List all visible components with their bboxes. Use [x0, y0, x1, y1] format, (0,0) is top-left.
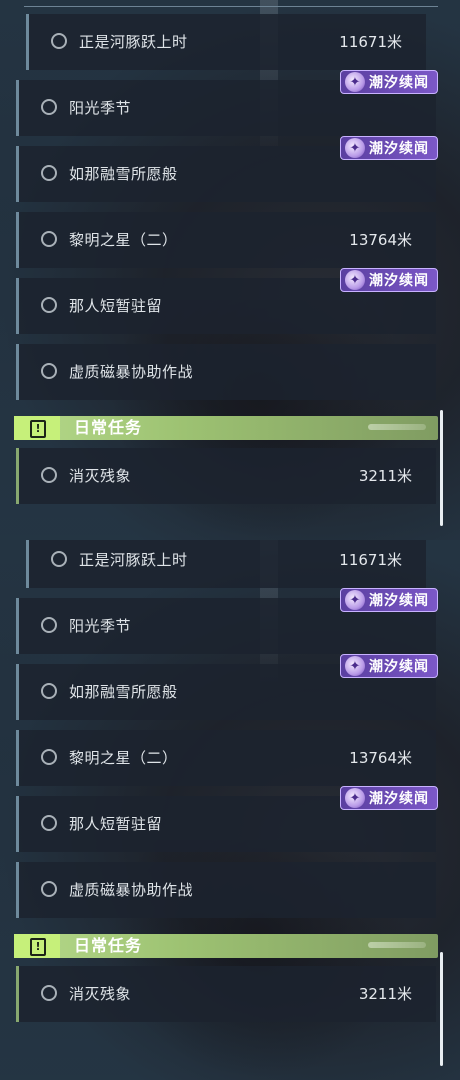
tidal-tale-icon: ✦ — [345, 788, 365, 808]
radio-ring-icon[interactable] — [41, 467, 57, 483]
radio-ring-icon[interactable] — [41, 815, 57, 831]
quest-label: 正是河豚跃上时 — [79, 551, 188, 569]
decorative-strip — [368, 424, 426, 430]
quest-label: 黎明之星（二） — [69, 749, 178, 767]
radio-ring-icon[interactable] — [41, 749, 57, 765]
daily-quest-header[interactable]: ! 日常任务 — [14, 934, 438, 958]
section-title: 日常任务 — [74, 418, 143, 437]
quest-label: 阳光季节 — [69, 99, 132, 117]
radio-ring-icon[interactable] — [51, 33, 67, 49]
quest-row[interactable]: 虚质磁暴协助作战 — [16, 344, 436, 400]
quest-row[interactable]: 正是河豚跃上时 11671米 — [26, 14, 426, 70]
radio-ring-icon[interactable] — [41, 985, 57, 1001]
quest-row[interactable]: 黎明之星（二） 13764米 — [16, 730, 436, 786]
quest-label: 消灭残象 — [69, 467, 132, 485]
quest-label: 消灭残象 — [69, 985, 132, 1003]
radio-ring-icon[interactable] — [51, 551, 67, 567]
decorative-strip — [368, 942, 426, 948]
radio-ring-icon[interactable] — [41, 165, 57, 181]
scrollbar[interactable] — [440, 952, 443, 1066]
quest-row[interactable]: 消灭残象 3211米 — [16, 966, 436, 1022]
quest-distance: 11671米 — [339, 551, 402, 569]
quest-row[interactable]: 消灭残象 3211米 — [16, 448, 436, 504]
tag-label: 潮汐续闻 — [369, 659, 429, 675]
tag-label: 潮汐续闻 — [369, 273, 429, 289]
tag-label: 潮汐续闻 — [369, 75, 429, 91]
quest-distance: 3211米 — [358, 467, 412, 485]
scrollbar[interactable] — [440, 410, 443, 526]
quest-distance: 13764米 — [349, 749, 412, 767]
radio-ring-icon[interactable] — [41, 99, 57, 115]
quest-row[interactable]: 正是河豚跃上时 11671米 — [26, 540, 426, 588]
exclamation-icon: ! — [14, 416, 60, 440]
tidal-tale-tag: ✦ 潮汐续闻 — [340, 268, 438, 292]
quest-panel-top: 正是河豚跃上时 11671米 ✦ 潮汐续闻 阳光季节 ✦ 潮汐续闻 如那融雪所愿… — [0, 0, 460, 540]
radio-ring-icon[interactable] — [41, 617, 57, 633]
tidal-tale-icon: ✦ — [345, 656, 365, 676]
quest-row[interactable]: 虚质磁暴协助作战 — [16, 862, 436, 918]
quest-label: 正是河豚跃上时 — [79, 33, 188, 51]
quest-row[interactable]: 黎明之星（二） 13764米 — [16, 212, 436, 268]
quest-distance: 3211米 — [358, 985, 412, 1003]
quest-label: 虚质磁暴协助作战 — [69, 881, 194, 899]
section-title: 日常任务 — [74, 936, 143, 955]
quest-label: 那人短暂驻留 — [69, 815, 163, 833]
tidal-tale-tag: ✦ 潮汐续闻 — [340, 70, 438, 94]
daily-quest-header[interactable]: ! 日常任务 — [14, 416, 438, 440]
radio-ring-icon[interactable] — [41, 363, 57, 379]
tidal-tale-icon: ✦ — [345, 590, 365, 610]
tidal-tale-icon: ✦ — [345, 72, 365, 92]
exclamation-icon: ! — [14, 934, 60, 958]
tidal-tale-tag: ✦ 潮汐续闻 — [340, 136, 438, 160]
quest-distance: 13764米 — [349, 231, 412, 249]
quest-label: 虚质磁暴协助作战 — [69, 363, 194, 381]
tag-label: 潮汐续闻 — [369, 791, 429, 807]
tidal-tale-tag: ✦ 潮汐续闻 — [340, 588, 438, 612]
tag-label: 潮汐续闻 — [369, 593, 429, 609]
radio-ring-icon[interactable] — [41, 231, 57, 247]
tidal-tale-tag: ✦ 潮汐续闻 — [340, 786, 438, 810]
tidal-tale-tag: ✦ 潮汐续闻 — [340, 654, 438, 678]
tag-label: 潮汐续闻 — [369, 141, 429, 157]
quest-label: 那人短暂驻留 — [69, 297, 163, 315]
radio-ring-icon[interactable] — [41, 683, 57, 699]
tidal-tale-icon: ✦ — [345, 138, 365, 158]
quest-label: 如那融雪所愿般 — [69, 683, 178, 701]
quest-label: 黎明之星（二） — [69, 231, 178, 249]
quest-distance: 11671米 — [339, 33, 402, 51]
radio-ring-icon[interactable] — [41, 881, 57, 897]
quest-label: 如那融雪所愿般 — [69, 165, 178, 183]
radio-ring-icon[interactable] — [41, 297, 57, 313]
quest-panel-bottom: 正是河豚跃上时 11671米 ✦ 潮汐续闻 阳光季节 ✦ 潮汐续闻 如那融雪所愿… — [0, 540, 460, 1080]
quest-label: 阳光季节 — [69, 617, 132, 635]
tidal-tale-icon: ✦ — [345, 270, 365, 290]
divider — [24, 6, 438, 7]
